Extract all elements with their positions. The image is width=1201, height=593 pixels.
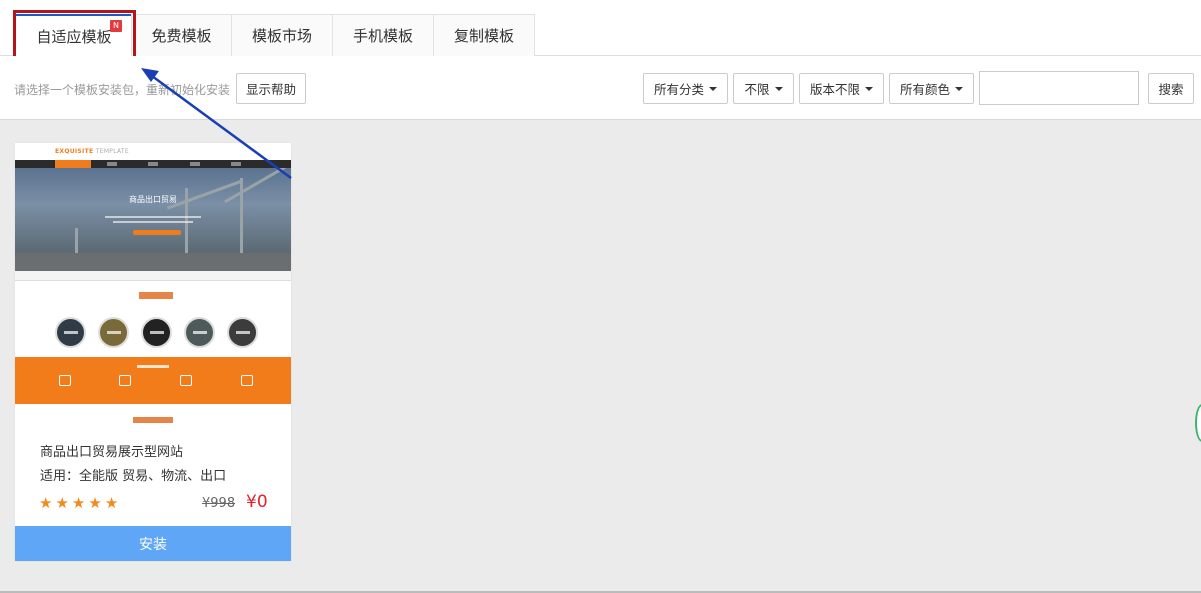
- thumb-bottom-title: [133, 417, 173, 423]
- install-hint-text: 请选择一个模板安装包，重新初始化安装: [14, 83, 231, 97]
- caret-down-icon: [955, 86, 963, 91]
- dropdown-label: 所有颜色: [899, 82, 950, 97]
- side-widget-tab[interactable]: [1195, 404, 1201, 442]
- star-icon: ★: [55, 494, 69, 512]
- tab-responsive-templates[interactable]: 自适应模板 N: [15, 14, 133, 57]
- version-filter-dropdown[interactable]: 版本不限: [799, 73, 884, 104]
- install-button[interactable]: 安装: [15, 526, 291, 561]
- tab-template-market[interactable]: 模板市场: [231, 14, 333, 56]
- dropdown-label: 不限: [744, 82, 770, 97]
- thumb-services-band: [15, 357, 291, 404]
- original-price: ¥998: [202, 496, 236, 511]
- tab-label: 自适应模板: [36, 28, 112, 46]
- template-card: EXQUISITE TEMPLATE 商品出口贸易 商品出口贸易展示型网站 适用…: [15, 143, 291, 561]
- tab-mobile-templates[interactable]: 手机模板: [332, 14, 434, 56]
- star-icon: ★: [88, 494, 102, 512]
- thumb-hero-title: 商品出口贸易: [129, 195, 177, 204]
- new-badge: N: [110, 20, 122, 32]
- category-filter-dropdown[interactable]: 所有分类: [643, 73, 728, 104]
- tab-free-templates[interactable]: 免费模板: [131, 14, 232, 56]
- thumb-section-title: [139, 292, 173, 299]
- tab-label: 手机模板: [352, 27, 413, 45]
- thumb-logo: EXQUISITE TEMPLATE: [55, 148, 129, 155]
- thumb-nav: [15, 160, 291, 168]
- current-price: ¥0: [246, 492, 268, 512]
- tab-label: 复制模板: [453, 27, 514, 45]
- caret-down-icon: [774, 86, 783, 91]
- template-thumbnail[interactable]: EXQUISITE TEMPLATE 商品出口贸易: [15, 143, 291, 423]
- filter-toolbar: 请选择一个模板安装包，重新初始化安装 显示帮助 所有分类 不限 版本不限 所有颜…: [0, 56, 1201, 120]
- tab-copy-template[interactable]: 复制模板: [433, 14, 535, 56]
- tab-label: 免费模板: [151, 27, 212, 45]
- caret-down-icon: [709, 86, 717, 91]
- thumb-feature-circles: [55, 317, 265, 348]
- show-help-button[interactable]: 显示帮助: [236, 73, 306, 104]
- star-icon: ★: [104, 494, 119, 512]
- rating-stars: ★ ★ ★ ★ ★: [39, 495, 118, 511]
- thumb-hero-banner: 商品出口贸易: [15, 168, 291, 271]
- thumb-search-strip: [15, 271, 291, 281]
- thumb-header: EXQUISITE TEMPLATE: [15, 143, 291, 160]
- color-filter-dropdown[interactable]: 所有颜色: [889, 73, 974, 104]
- limit-filter-dropdown[interactable]: 不限: [733, 73, 794, 104]
- dropdown-label: 所有分类: [653, 82, 704, 97]
- template-title: 商品出口贸易展示型网站: [40, 445, 184, 460]
- template-tags: 适用：全能版 贸易、物流、出口: [40, 469, 227, 484]
- star-icon: ★: [39, 494, 53, 512]
- search-button[interactable]: 搜索: [1148, 73, 1194, 104]
- search-input[interactable]: [979, 71, 1139, 105]
- dropdown-label: 版本不限: [809, 82, 860, 97]
- template-tab-bar: 自适应模板 N 免费模板 模板市场 手机模板 复制模板: [0, 0, 1201, 57]
- caret-down-icon: [865, 86, 873, 91]
- star-icon: ★: [71, 494, 86, 512]
- tab-label: 模板市场: [251, 27, 312, 45]
